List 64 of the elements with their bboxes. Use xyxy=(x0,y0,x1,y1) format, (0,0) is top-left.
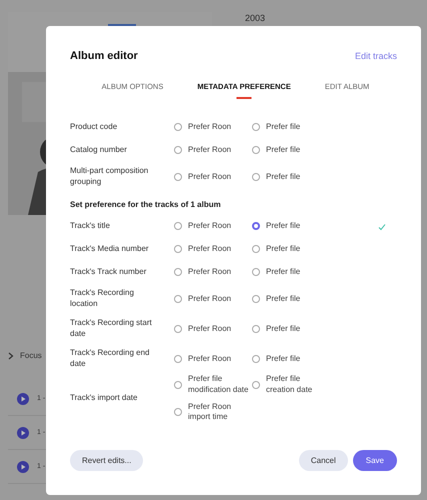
radio-icon[interactable] xyxy=(174,123,182,132)
radio-option[interactable]: Prefer file xyxy=(252,244,330,255)
radio-option[interactable]: Prefer Roon xyxy=(174,221,252,232)
radio-icon[interactable] xyxy=(174,268,182,276)
radio-option[interactable]: Prefer Roon xyxy=(174,172,252,182)
radio-icon[interactable] xyxy=(252,123,260,132)
setting-label: Track's import date xyxy=(70,393,138,404)
radio-option[interactable]: Prefer Roon import time xyxy=(174,402,252,424)
radio-option[interactable]: Prefer file xyxy=(252,221,330,232)
radio-option[interactable]: Prefer Roon xyxy=(174,324,252,334)
play-icon[interactable] xyxy=(17,460,29,472)
radio-option[interactable]: Prefer Roon xyxy=(174,122,252,133)
setting-label: Track's Recording location xyxy=(70,288,135,310)
radio-option[interactable]: Prefer file xyxy=(252,172,330,182)
radio-option[interactable]: Prefer file creation date xyxy=(252,374,330,396)
radio-icon[interactable] xyxy=(252,245,260,254)
setting-label: Track's Recording end date xyxy=(70,348,150,370)
radio-option[interactable]: Prefer file modification date xyxy=(174,374,252,396)
radio-option[interactable]: Prefer Roon xyxy=(174,145,252,156)
radio-icon[interactable] xyxy=(252,146,260,154)
radio-icon[interactable] xyxy=(174,380,182,389)
album-year: 2003 xyxy=(245,13,266,23)
setting-label: Track's Media number xyxy=(70,244,150,255)
section-heading: Set preference for the tracks of 1 album xyxy=(70,200,222,209)
play-icon[interactable] xyxy=(17,392,29,404)
radio-option[interactable]: Prefer file xyxy=(252,324,330,334)
radio-option[interactable]: Prefer file xyxy=(252,267,330,278)
save-button[interactable]: Save xyxy=(352,450,397,471)
radio-option[interactable]: Prefer Roon xyxy=(174,244,252,255)
setting-label: Product code xyxy=(70,122,118,133)
radio-icon[interactable] xyxy=(174,294,182,303)
radio-icon[interactable] xyxy=(174,146,182,154)
radio-icon[interactable] xyxy=(174,354,182,363)
radio-icon[interactable] xyxy=(252,324,260,333)
dialog-button[interactable]: Cancel xyxy=(298,450,348,471)
radio-icon[interactable] xyxy=(174,324,182,333)
setting-label: Track's Track number xyxy=(70,267,148,278)
play-icon[interactable] xyxy=(17,426,29,438)
setting-label: Catalog number xyxy=(70,145,128,156)
radio-option[interactable]: Prefer Roon xyxy=(174,354,252,364)
edit-tracks-link[interactable]: Edit tracks xyxy=(354,51,397,61)
setting-label: Multi-part composition grouping xyxy=(70,166,150,188)
radio-icon[interactable] xyxy=(252,380,260,389)
radio-icon[interactable] xyxy=(252,172,260,181)
radio-icon[interactable] xyxy=(252,222,260,230)
radio-icon[interactable] xyxy=(174,245,182,254)
radio-icon[interactable] xyxy=(252,354,260,363)
radio-option[interactable]: Prefer file xyxy=(252,294,330,304)
setting-label: Track's Recording start date xyxy=(70,318,153,340)
radio-icon[interactable] xyxy=(174,222,182,230)
radio-option[interactable]: Prefer Roon xyxy=(174,267,252,278)
radio-icon[interactable] xyxy=(252,294,260,303)
radio-icon[interactable] xyxy=(174,172,182,181)
radio-option[interactable]: Prefer Roon xyxy=(174,294,252,304)
dialog-title: Album editor xyxy=(70,50,138,62)
radio-icon[interactable] xyxy=(252,268,260,276)
setting-label: Track's title xyxy=(70,221,111,232)
radio-option[interactable]: Prefer file xyxy=(252,354,330,364)
radio-icon[interactable] xyxy=(174,408,182,416)
radio-option[interactable]: Prefer file xyxy=(252,122,330,133)
chevron-icon[interactable] xyxy=(8,352,14,360)
section-label[interactable]: Focus xyxy=(20,351,42,360)
radio-option[interactable]: Prefer file xyxy=(252,145,330,156)
dialog-button[interactable]: Revert edits... xyxy=(70,450,144,471)
